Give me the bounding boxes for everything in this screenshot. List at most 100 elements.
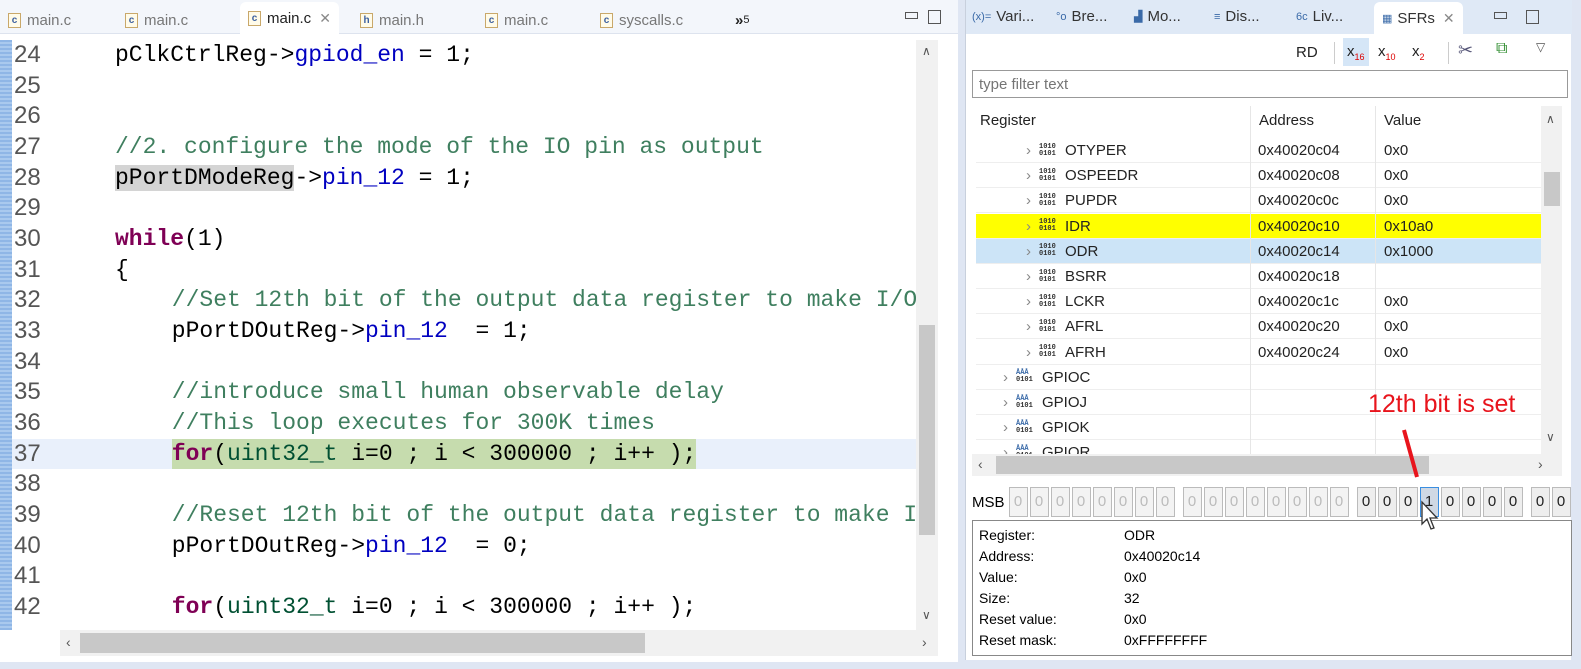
bit-13[interactable]: 0 — [1398, 487, 1418, 517]
sfr-tab-0[interactable]: (x)= Vari... — [972, 8, 1034, 25]
expand-chevron-icon[interactable]: › — [1003, 365, 1008, 390]
sfr-tab-5[interactable]: ▦ SFRs ✕ — [1374, 2, 1463, 34]
close-icon[interactable]: ✕ — [319, 10, 331, 27]
register-row[interactable]: › 1010 0101 OSPEEDR 0x40020c08 0x0 — [976, 163, 1541, 189]
code-area[interactable]: 24 pClkCtrlReg->gpiod_en = 1; 25 26 27 //2. c… — [0, 40, 916, 630]
scroll-left-icon[interactable]: ‹ — [66, 634, 71, 650]
hex-format-button[interactable]: x16 — [1343, 38, 1369, 66]
editor-tab-4[interactable]: c main.c — [485, 6, 548, 34]
dec-format-button[interactable]: x10 — [1378, 43, 1396, 62]
scroll-thumb[interactable] — [80, 633, 645, 653]
bit-29[interactable]: 0 — [1050, 487, 1070, 517]
comment-token: //Reset 12th bit of the output data regi… — [171, 502, 916, 529]
editor-vertical-scrollbar[interactable]: ∧ ∨ — [916, 40, 938, 630]
bit-17[interactable]: 0 — [1308, 487, 1328, 517]
register-row[interactable]: › 1010 0101 ODR 0x40020c14 0x1000 — [976, 238, 1541, 264]
editor-tab-0[interactable]: c main.c — [8, 6, 71, 34]
expand-chevron-icon[interactable]: › — [1026, 188, 1031, 213]
scroll-thumb[interactable] — [996, 456, 1429, 474]
bit-11[interactable]: 0 — [1440, 487, 1460, 517]
bit-21[interactable]: 0 — [1224, 487, 1244, 517]
configure-tools-icon[interactable]: ✂ — [1458, 40, 1473, 61]
bit-10[interactable]: 0 — [1461, 487, 1481, 517]
scroll-right-icon[interactable]: › — [1538, 456, 1543, 472]
scroll-thumb[interactable] — [919, 325, 935, 535]
maximize-icon[interactable] — [1526, 10, 1539, 24]
rd-button[interactable]: RD — [1296, 44, 1318, 61]
column-header-register[interactable]: Register — [980, 106, 1036, 136]
bit-25[interactable]: 0 — [1134, 487, 1154, 517]
register-row[interactable]: › 1010 0101 PUPDR 0x40020c0c 0x0 — [976, 188, 1541, 214]
register-row[interactable]: › 1010 0101 AFRH 0x40020c24 0x0 — [976, 340, 1541, 365]
bin-format-button[interactable]: x2 — [1412, 43, 1425, 62]
scroll-left-icon[interactable]: ‹ — [978, 456, 983, 472]
bit-15[interactable]: 0 — [1356, 487, 1376, 517]
editor-tab-2[interactable]: c main.c ✕ — [240, 2, 339, 34]
expand-chevron-icon[interactable]: › — [1026, 163, 1031, 188]
expand-chevron-icon[interactable]: › — [1026, 289, 1031, 314]
bit-22[interactable]: 0 — [1203, 487, 1223, 517]
expand-chevron-icon[interactable]: › — [1003, 440, 1008, 454]
bit-20[interactable]: 0 — [1245, 487, 1265, 517]
editor-horizontal-scrollbar[interactable]: ‹ › — [60, 630, 938, 656]
register-row[interactable]: › ÅÅÅ 0101 GPIOC — [976, 365, 1541, 390]
register-icon: 1010 0101 — [1039, 142, 1056, 158]
register-row[interactable]: › 1010 0101 IDR 0x40020c10 0x10a0 — [976, 213, 1541, 239]
scroll-up-icon[interactable]: ∧ — [1546, 112, 1555, 126]
scroll-down-icon[interactable]: ∨ — [1546, 430, 1555, 444]
bit-18[interactable]: 0 — [1287, 487, 1307, 517]
bit-8[interactable]: 0 — [1503, 487, 1523, 517]
scroll-right-icon[interactable]: › — [922, 634, 927, 650]
editor-tab-5[interactable]: c syscalls.c — [600, 6, 683, 34]
register-row[interactable]: › 1010 0101 AFRL 0x40020c20 0x0 — [976, 314, 1541, 340]
minimize-icon[interactable] — [1494, 12, 1507, 19]
close-icon[interactable]: ✕ — [1443, 10, 1455, 27]
bit-6[interactable]: 0 — [1551, 487, 1571, 517]
bit-9[interactable]: 0 — [1482, 487, 1502, 517]
editor-tab-3[interactable]: h main.h — [360, 6, 424, 34]
bit-28[interactable]: 0 — [1071, 487, 1091, 517]
bit-23[interactable]: 0 — [1182, 487, 1202, 517]
bit-27[interactable]: 0 — [1092, 487, 1112, 517]
bit-7[interactable]: 0 — [1530, 487, 1550, 517]
column-header-value[interactable]: Value — [1384, 106, 1421, 136]
filter-input[interactable] — [972, 70, 1568, 98]
sfr-tab-3[interactable]: ≡ Dis... — [1214, 8, 1260, 25]
scroll-thumb[interactable] — [1544, 172, 1560, 206]
sfr-tab-1[interactable]: °o Bre... — [1056, 8, 1107, 25]
tab-overflow-button[interactable]: » 5 — [735, 6, 749, 34]
scroll-up-icon[interactable]: ∧ — [922, 44, 931, 58]
scroll-down-icon[interactable]: ∨ — [922, 608, 931, 622]
expand-chevron-icon[interactable]: › — [1026, 264, 1031, 289]
register-icon: 1010 0101 — [1039, 243, 1056, 259]
expand-chevron-icon[interactable]: › — [1003, 390, 1008, 415]
bit-30[interactable]: 0 — [1029, 487, 1049, 517]
expand-chevron-icon[interactable]: › — [1026, 314, 1031, 339]
maximize-icon[interactable] — [928, 10, 941, 24]
tree-vertical-scrollbar[interactable]: ∧ ∨ — [1541, 106, 1562, 454]
editor-tab-1[interactable]: c main.c — [125, 6, 188, 34]
expand-chevron-icon[interactable]: › — [1026, 239, 1031, 264]
bit-14[interactable]: 0 — [1377, 487, 1397, 517]
register-row[interactable]: › 1010 0101 OTYPER 0x40020c04 0x0 — [976, 138, 1541, 163]
sfr-tab-4[interactable]: 6c Liv... — [1296, 8, 1343, 25]
register-row[interactable]: › 1010 0101 LCKR 0x40020c1c 0x0 — [976, 289, 1541, 315]
bit-31[interactable]: 0 — [1008, 487, 1028, 517]
minimize-icon[interactable] — [905, 12, 918, 19]
sfr-tab-2[interactable]: ▟ Mo... — [1134, 8, 1181, 25]
tree-horizontal-scrollbar[interactable]: ‹ › — [972, 454, 1562, 476]
expand-chevron-icon[interactable]: › — [1026, 214, 1031, 239]
bit-16[interactable]: 0 — [1329, 487, 1349, 517]
expand-chevron-icon[interactable]: › — [1003, 415, 1008, 440]
register-row[interactable]: › 1010 0101 BSRR 0x40020c18 — [976, 264, 1541, 289]
bit-19[interactable]: 0 — [1266, 487, 1286, 517]
column-header-address[interactable]: Address — [1259, 106, 1314, 136]
view-menu-icon[interactable]: ▽ — [1536, 40, 1545, 54]
bit-24[interactable]: 0 — [1155, 487, 1175, 517]
pin-view-icon[interactable]: ⧉ — [1496, 40, 1507, 58]
code-text: pPortDOutReg->pin_12 = 1; — [172, 316, 531, 346]
expand-chevron-icon[interactable]: › — [1026, 340, 1031, 365]
expand-chevron-icon[interactable]: › — [1026, 138, 1031, 163]
register-row[interactable]: › ÅÅÅ0101 GPIOR — [976, 440, 1541, 454]
bit-26[interactable]: 0 — [1113, 487, 1133, 517]
